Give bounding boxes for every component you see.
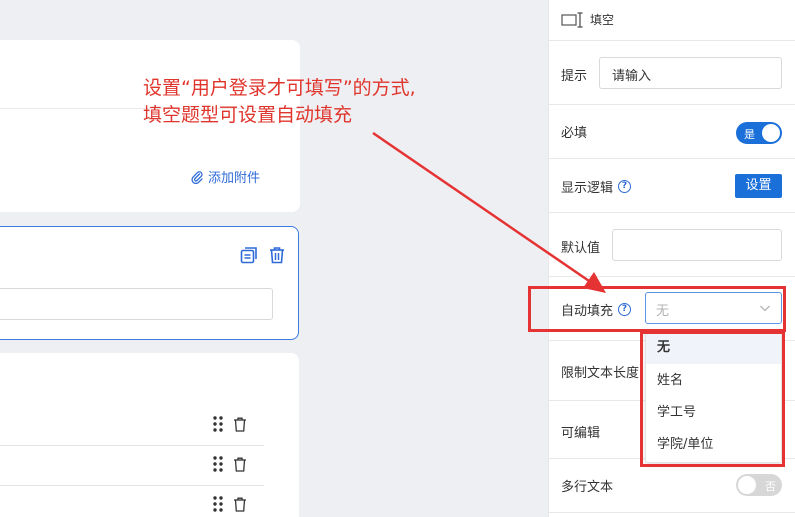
display-logic-label: 显示逻辑 ?	[561, 177, 632, 196]
annotation-line-2: 填空题型可设置自动填充	[143, 104, 353, 126]
blank-answer-input[interactable]	[0, 288, 273, 320]
question-card-options	[0, 353, 299, 517]
drag-handle-icon[interactable]	[213, 416, 223, 432]
copy-icon[interactable]	[240, 246, 258, 264]
required-toggle[interactable]: 是	[736, 122, 782, 144]
add-attachment-link[interactable]: 添加附件	[190, 167, 260, 186]
annotation-line-1: 设置“用户登录才可填写”的方式,	[143, 77, 416, 99]
hint-input[interactable]: 请输入	[599, 57, 782, 89]
panel-title: 填空	[561, 11, 614, 28]
display-logic-label-text: 显示逻辑	[561, 181, 614, 196]
required-toggle-text: 是	[744, 128, 755, 141]
paperclip-icon	[191, 170, 203, 184]
question-card-fill-blank-selected[interactable]	[0, 226, 299, 340]
option-row	[0, 406, 264, 446]
help-icon[interactable]: ?	[618, 180, 632, 193]
add-attachment-label: 添加附件	[207, 171, 260, 186]
option-row	[0, 446, 264, 486]
text-field-icon	[561, 11, 583, 28]
panel-header: 填空	[549, 0, 795, 41]
multiline-toggle[interactable]: 否	[736, 474, 782, 496]
drag-handle-icon[interactable]	[213, 456, 223, 472]
option-row	[0, 486, 264, 517]
hint-label: 提示	[561, 69, 588, 84]
limit-length-label: 限制文本长度	[561, 366, 640, 381]
delete-option-icon[interactable]	[233, 457, 247, 472]
multiline-toggle-text: 否	[765, 480, 776, 493]
default-value-label: 默认值	[561, 241, 601, 256]
display-logic-set-button[interactable]: 设置	[735, 174, 782, 198]
annotation-box-autofill-row	[528, 286, 786, 332]
required-label: 必填	[561, 126, 588, 141]
multiline-label: 多行文本	[561, 480, 614, 495]
annotation-box-dropdown	[640, 331, 785, 467]
toggle-knob	[738, 476, 756, 494]
delete-option-icon[interactable]	[233, 417, 247, 432]
delete-option-icon[interactable]	[233, 497, 247, 512]
panel-title-text: 填空	[590, 13, 615, 27]
trash-icon[interactable]	[268, 246, 286, 264]
default-value-input[interactable]	[612, 229, 782, 261]
toggle-knob	[762, 124, 780, 142]
annotation-text: 设置“用户登录才可填写”的方式, 填空题型可设置自动填充	[143, 75, 416, 129]
editable-label: 可编辑	[561, 426, 601, 441]
drag-handle-icon[interactable]	[213, 496, 223, 512]
